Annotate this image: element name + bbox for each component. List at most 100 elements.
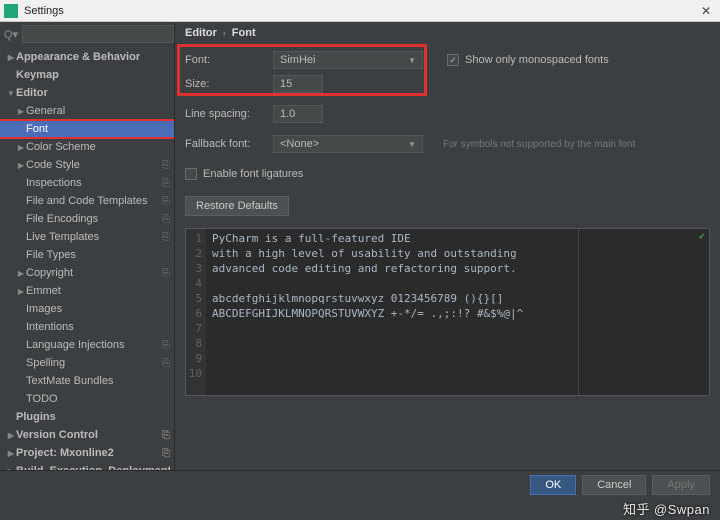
tree-item-label: Spelling [26, 357, 162, 369]
breadcrumb-current: Font [232, 27, 256, 39]
preview-code: PyCharm is a full-featured IDEwith a hig… [206, 229, 709, 395]
search-row: Q▾ [0, 22, 174, 46]
tree-arrow-icon: ▶ [16, 143, 26, 152]
search-icon: Q▾ [4, 28, 18, 41]
line-spacing-input[interactable]: 1.0 [273, 105, 323, 123]
tree-item-images[interactable]: Images [0, 300, 174, 318]
tree-item-project-mxonline2[interactable]: ▶Project: Mxonline2⎘ [0, 444, 174, 462]
titlebar: Settings ✕ [0, 0, 720, 22]
tree-item-label: Plugins [16, 411, 170, 423]
tree-item-language-injections[interactable]: Language Injections⎘ [0, 336, 174, 354]
tree-item-version-control[interactable]: ▶Version Control⎘ [0, 426, 174, 444]
sidebar: Q▾ ▶Appearance & BehaviorKeymap▼Editor▶G… [0, 22, 175, 487]
tree-arrow-icon: ▼ [6, 89, 16, 98]
breadcrumb-parent[interactable]: Editor [185, 27, 217, 39]
font-label: Font: [185, 54, 263, 66]
checkbox-icon: ✓ [447, 54, 459, 66]
project-scope-icon: ⎘ [162, 160, 170, 171]
dialog-footer: OK Cancel Apply [0, 470, 720, 498]
chevron-down-icon: ▼ [408, 56, 416, 65]
project-scope-icon: ⎘ [162, 358, 170, 369]
tree-item-label: Images [26, 303, 170, 315]
tree-item-label: Language Injections [26, 339, 162, 351]
window-title: Settings [24, 5, 696, 17]
tree-item-appearance-behavior[interactable]: ▶Appearance & Behavior [0, 48, 174, 66]
tree-arrow-icon: ▶ [16, 269, 26, 278]
tree-arrow-icon: ▶ [6, 53, 16, 62]
size-input[interactable]: 15 [273, 75, 323, 93]
tree-item-label: Copyright [26, 267, 162, 279]
tree-arrow-icon: ▶ [6, 449, 16, 458]
font-dropdown[interactable]: SimHei ▼ [273, 51, 423, 69]
tree-item-label: General [26, 105, 170, 117]
tree-arrow-icon: ▶ [16, 161, 26, 170]
tree-item-label: Inspections [26, 177, 162, 189]
tree-item-spelling[interactable]: Spelling⎘ [0, 354, 174, 372]
tree-item-label: Project: Mxonline2 [16, 447, 162, 459]
tree-arrow-icon: ▶ [6, 431, 16, 440]
breadcrumb: Editor › Font [175, 22, 720, 44]
tree-item-label: Keymap [16, 69, 170, 81]
tree-item-textmate-bundles[interactable]: TextMate Bundles [0, 372, 174, 390]
tree-item-keymap[interactable]: Keymap [0, 66, 174, 84]
main-panel: Editor › Font Font: SimHei ▼ ✓ Show only… [175, 22, 720, 487]
tree-item-label: Live Templates [26, 231, 162, 243]
tree-item-editor[interactable]: ▼Editor [0, 84, 174, 102]
font-form: Font: SimHei ▼ ✓ Show only monospaced fo… [175, 44, 720, 224]
tree-item-label: Color Scheme [26, 141, 170, 153]
preview-gutter: 12345678910 [186, 229, 206, 395]
cancel-button[interactable]: Cancel [582, 475, 646, 495]
tree-item-file-encodings[interactable]: File Encodings⎘ [0, 210, 174, 228]
tree-item-file-types[interactable]: File Types [0, 246, 174, 264]
tree-arrow-icon: ▶ [16, 287, 26, 296]
line-spacing-label: Line spacing: [185, 108, 263, 120]
fallback-label: Fallback font: [185, 138, 263, 150]
tree-item-copyright[interactable]: ▶Copyright⎘ [0, 264, 174, 282]
tree-item-plugins[interactable]: Plugins [0, 408, 174, 426]
chevron-right-icon: › [223, 28, 226, 38]
tree-item-file-and-code-templates[interactable]: File and Code Templates⎘ [0, 192, 174, 210]
tree-item-label: TextMate Bundles [26, 375, 170, 387]
show-monospaced-label: Show only monospaced fonts [465, 54, 609, 66]
preview-ruler [578, 229, 579, 395]
restore-defaults-button[interactable]: Restore Defaults [185, 196, 289, 216]
tree-item-label: File and Code Templates [26, 195, 162, 207]
ok-button[interactable]: OK [530, 475, 576, 495]
tree-item-label: Intentions [26, 321, 170, 333]
settings-tree: ▶Appearance & BehaviorKeymap▼Editor▶Gene… [0, 46, 174, 487]
tree-item-label: Font [26, 123, 170, 135]
close-icon[interactable]: ✕ [696, 4, 716, 18]
tree-item-live-templates[interactable]: Live Templates⎘ [0, 228, 174, 246]
fallback-dropdown[interactable]: <None> ▼ [273, 135, 423, 153]
show-monospaced-checkbox[interactable]: ✓ Show only monospaced fonts [447, 54, 609, 66]
tree-item-label: File Types [26, 249, 170, 261]
tree-item-code-style[interactable]: ▶Code Style⎘ [0, 156, 174, 174]
tree-item-label: Version Control [16, 429, 162, 441]
tree-item-general[interactable]: ▶General [0, 102, 174, 120]
project-scope-icon: ⎘ [162, 340, 170, 351]
apply-button[interactable]: Apply [652, 475, 710, 495]
tree-item-inspections[interactable]: Inspections⎘ [0, 174, 174, 192]
tree-item-todo[interactable]: TODO [0, 390, 174, 408]
project-scope-icon: ⎘ [162, 430, 170, 441]
tree-item-label: Emmet [26, 285, 170, 297]
tree-item-label: Appearance & Behavior [16, 51, 170, 63]
tree-item-label: Code Style [26, 159, 162, 171]
project-scope-icon: ⎘ [162, 178, 170, 189]
tree-item-color-scheme[interactable]: ▶Color Scheme [0, 138, 174, 156]
ligatures-checkbox[interactable]: Enable font ligatures [185, 168, 303, 180]
tree-item-font[interactable]: Font [0, 120, 174, 138]
font-preview: 12345678910 PyCharm is a full-featured I… [185, 228, 710, 396]
chevron-down-icon: ▼ [408, 140, 416, 149]
size-label: Size: [185, 78, 263, 90]
tree-arrow-icon: ▶ [16, 107, 26, 116]
project-scope-icon: ⎘ [162, 196, 170, 207]
tree-item-label: TODO [26, 393, 170, 405]
search-input[interactable] [22, 25, 174, 43]
tree-item-emmet[interactable]: ▶Emmet [0, 282, 174, 300]
project-scope-icon: ⎘ [162, 232, 170, 243]
project-scope-icon: ⎘ [162, 448, 170, 459]
app-icon [4, 4, 18, 18]
tree-item-intentions[interactable]: Intentions [0, 318, 174, 336]
font-value: SimHei [280, 54, 315, 66]
